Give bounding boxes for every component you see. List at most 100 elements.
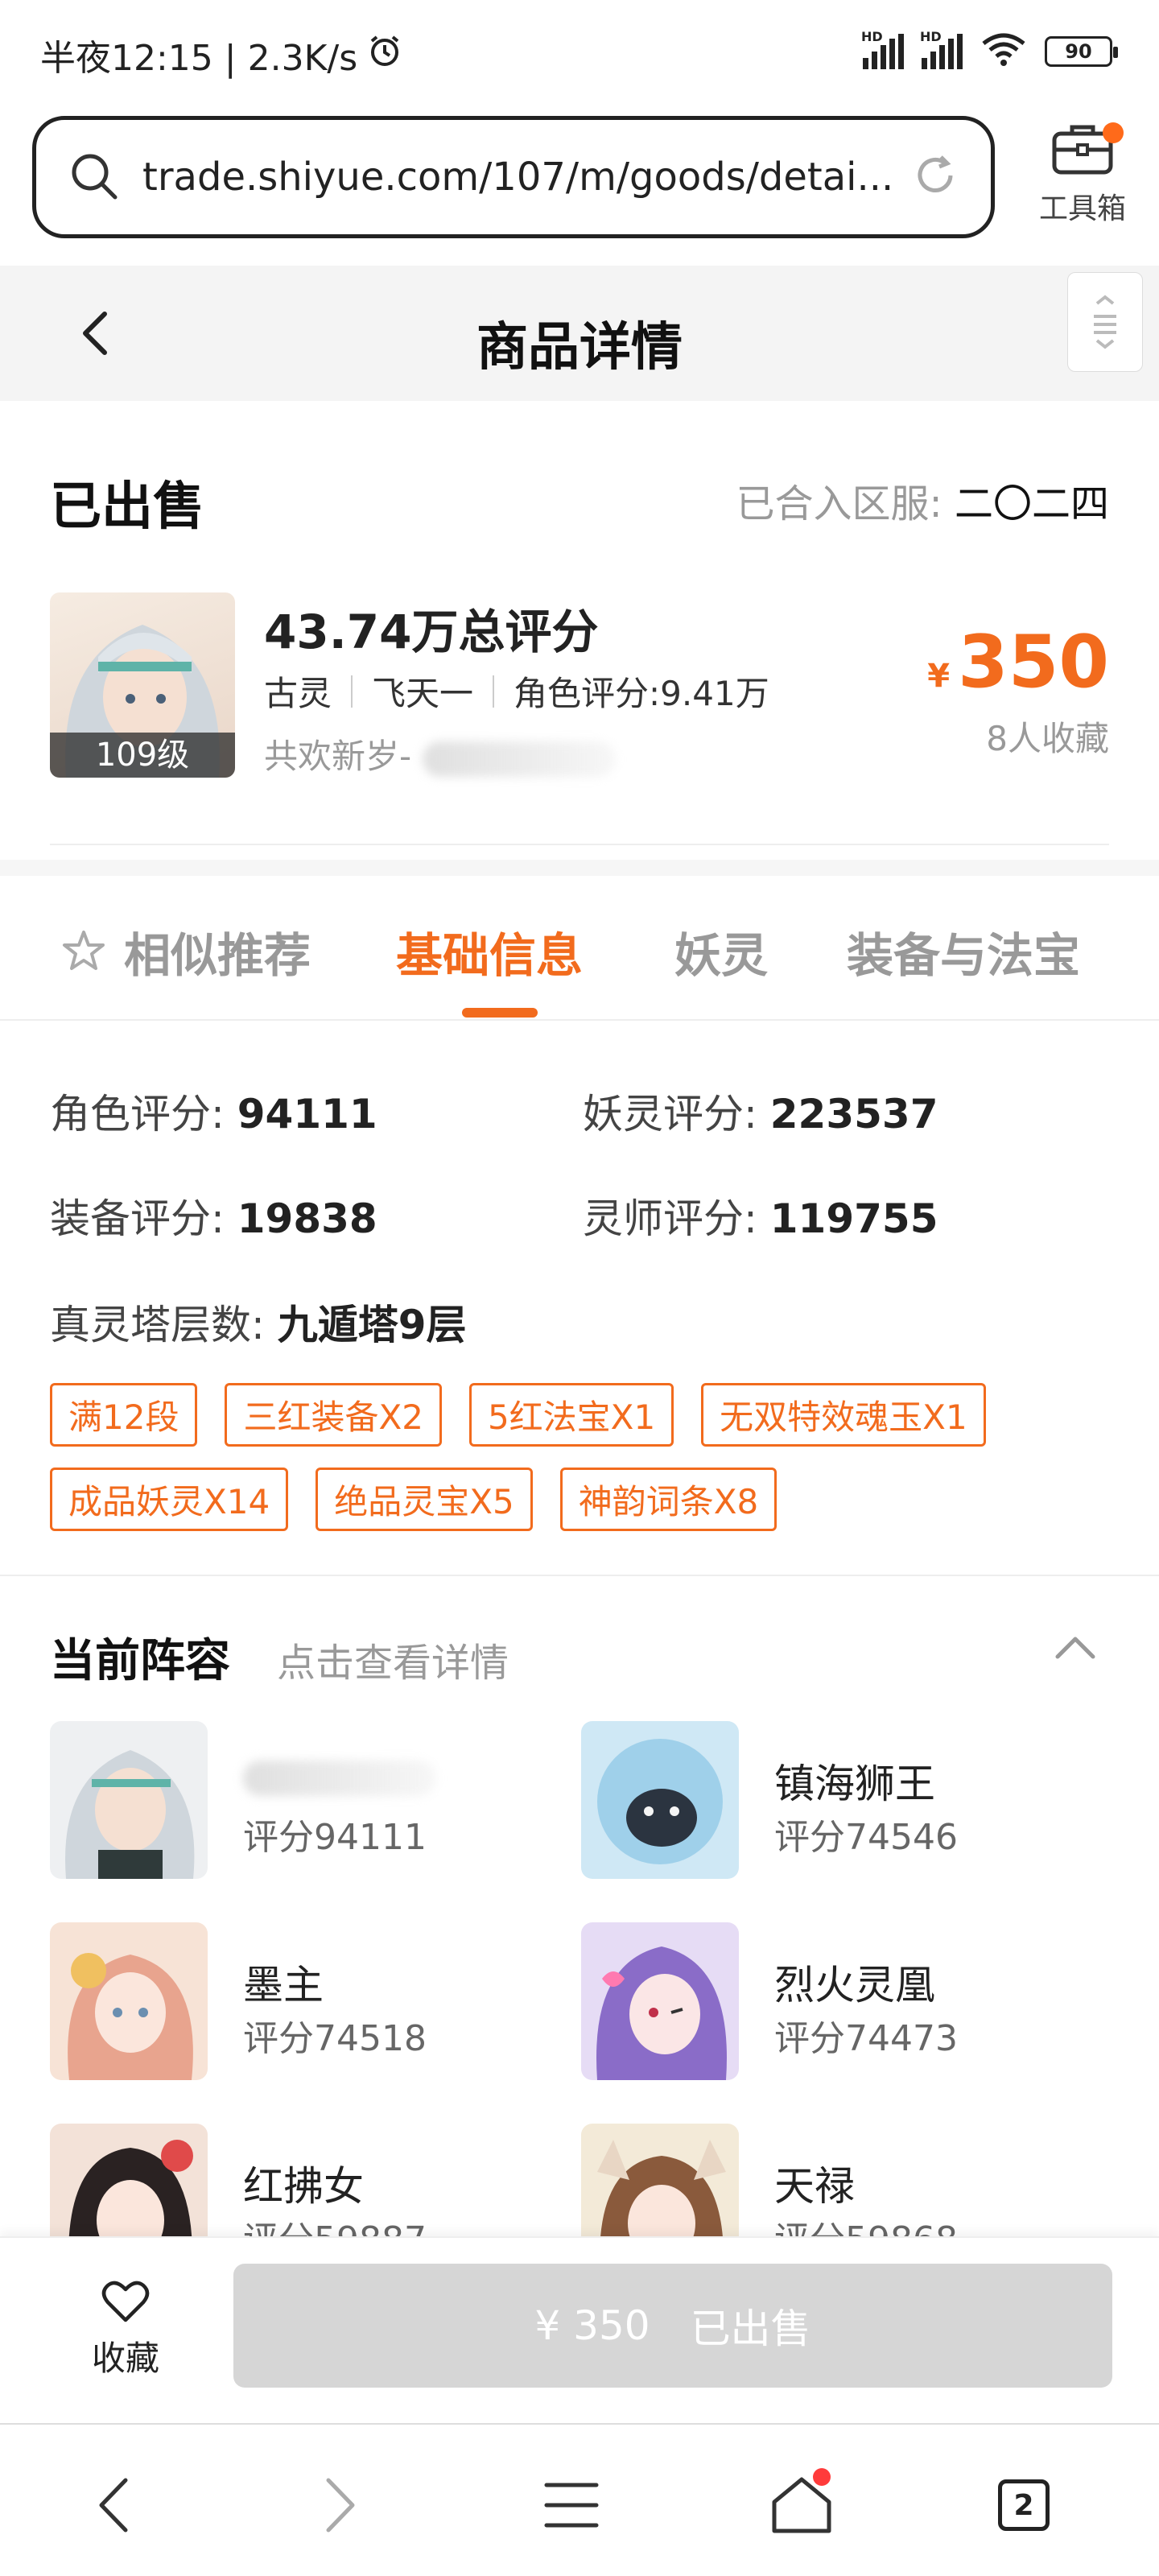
tab-yaoling-label: 妖灵 <box>674 928 769 983</box>
nav-back-button[interactable] <box>72 2465 153 2545</box>
price-value: 350 <box>958 620 1109 704</box>
tag-divider <box>493 675 495 708</box>
member-score: 评分59887 <box>243 2211 427 2236</box>
role-score-row: 角色评分: 94111 <box>50 1082 377 1140</box>
lineup-subtitle[interactable]: 点击查看详情 <box>277 1631 509 1687</box>
favorite-button[interactable]: 收藏 <box>77 2280 174 2380</box>
member-name: 镇海狮王 <box>774 1761 935 1807</box>
chevron-right-icon <box>326 2478 355 2533</box>
status-left: 半夜12:15 | 2.3K/s <box>40 29 402 80</box>
nav-tabs-button[interactable]: 2 <box>984 2465 1064 2545</box>
action-bar: 收藏 ¥ 350 已出售 <box>0 2236 1159 2423</box>
tower-value: 九遁塔9层 <box>277 1302 467 1348</box>
member-name: 烈火灵凰 <box>774 1962 935 2008</box>
member-score: 评分59868 <box>774 2211 958 2236</box>
member-score: 评分74546 <box>774 1817 958 1858</box>
menu-icon <box>544 2483 599 2528</box>
status-time-speed: 半夜12:15 | 2.3K/s <box>40 38 358 79</box>
feature-chips: 满12段 三红装备X2 5红法宝X1 无双特效魂玉X1 成品妖灵X14 绝品灵宝… <box>50 1383 1112 1531</box>
nav-forward-button[interactable] <box>301 2465 382 2545</box>
search-icon <box>68 151 118 204</box>
goods-card: 已出售 已合入区服: 二〇二四 109级 43.74万总评分 古灵 飞天一 角色… <box>0 401 1159 860</box>
member-avatar <box>581 2124 739 2236</box>
server-name: 二〇二四 <box>954 481 1109 526</box>
feature-chip: 三红装备X2 <box>225 1383 442 1447</box>
address-bar[interactable]: trade.shiyue.com/107/m/goods/detai... <box>32 116 995 238</box>
favorite-count: 8人收藏 <box>986 719 1109 758</box>
yaoling-score-row: 妖灵评分: 223537 <box>583 1082 938 1140</box>
tower-label: 真灵塔层数: <box>50 1302 265 1348</box>
tab-count: 2 <box>998 2479 1050 2531</box>
lineup-member[interactable]: 墨主 评分74518 <box>50 1922 565 2083</box>
tag-divider <box>351 675 353 708</box>
server-info: 已合入区服: 二〇二四 <box>736 472 1109 528</box>
signal-icon: HD <box>861 29 904 69</box>
toolbox-button[interactable]: 工具箱 <box>1038 122 1127 227</box>
lineup-section: 当前阵容 点击查看详情 评分94111 镇海狮王 评分74546 墨主 评分74… <box>0 1576 1159 2236</box>
yaoling-score-value: 223537 <box>769 1091 938 1137</box>
url-text[interactable]: trade.shiyue.com/107/m/goods/detai... <box>142 155 912 200</box>
lineup-member[interactable]: 烈火灵凰 评分74473 <box>581 1922 1096 2083</box>
member-score: 评分94111 <box>243 1817 427 1858</box>
tab-basic-info-label: 基础信息 <box>396 928 584 983</box>
notification-dot <box>813 2468 831 2486</box>
member-avatar <box>50 2124 208 2236</box>
lineup-member[interactable]: 镇海狮王 评分74546 <box>581 1721 1096 1882</box>
lingshi-score-row: 灵师评分: 119755 <box>583 1187 938 1245</box>
chevron-up-icon[interactable] <box>1053 1633 1098 1665</box>
feature-chip: 绝品灵宝X5 <box>316 1468 533 1531</box>
feature-chip: 无双特效魂玉X1 <box>701 1383 986 1447</box>
tab-equipment-label: 装备与法宝 <box>847 928 1081 983</box>
notification-dot <box>1103 122 1124 143</box>
nav-home-button[interactable] <box>761 2465 842 2545</box>
tab-equipment[interactable]: 装备与法宝 <box>847 918 1080 985</box>
chevron-left-icon <box>99 2478 128 2533</box>
member-avatar <box>581 1922 739 2080</box>
member-name: 红拂女 <box>243 2163 364 2210</box>
member-avatar <box>50 1922 208 2080</box>
battery-level: 90 <box>1065 40 1092 63</box>
yaoling-score-label: 妖灵评分: <box>583 1091 757 1137</box>
tag-role-score: 角色评分:9.41万 <box>514 674 769 713</box>
battery-icon: 90 <box>1045 36 1118 67</box>
heart-icon <box>101 2281 150 2322</box>
status-right: HD HD 90 <box>861 29 1118 71</box>
lineup-member[interactable]: 天禄 评分59868 <box>581 2124 1096 2236</box>
tab-yaoling[interactable]: 妖灵 <box>674 918 768 985</box>
member-score: 评分74518 <box>243 2018 427 2059</box>
server-label: 已合入区服: <box>736 481 942 526</box>
equip-score-label: 装备评分: <box>50 1195 225 1242</box>
divider <box>50 844 1109 845</box>
lineup-member[interactable]: 红拂女 评分59887 <box>50 2124 565 2236</box>
tag-realm: 飞天一 <box>372 674 474 713</box>
role-score-value: 94111 <box>237 1091 377 1137</box>
level-badge: 109级 <box>50 733 235 778</box>
buy-status: 已出售 <box>690 2306 811 2352</box>
browser-address-row: trade.shiyue.com/107/m/goods/detai... 工具… <box>0 105 1159 266</box>
active-tab-indicator <box>462 1008 538 1018</box>
alarm-icon <box>367 33 402 77</box>
member-score: 评分74473 <box>774 2018 958 2059</box>
goods-tags: 古灵 飞天一 角色评分:9.41万 <box>264 667 769 716</box>
status-bar: 半夜12:15 | 2.3K/s HD HD 90 <box>0 0 1159 105</box>
member-name: 墨主 <box>243 1962 324 2008</box>
lineup-title: 当前阵容 <box>50 1635 230 1687</box>
refresh-icon[interactable] <box>912 152 959 202</box>
tab-basic-info[interactable]: 基础信息 <box>396 918 583 985</box>
server-line-text: 共欢新岁- <box>264 737 412 776</box>
feature-chip: 成品妖灵X14 <box>50 1468 289 1531</box>
lineup-member[interactable]: 评分94111 <box>50 1721 565 1882</box>
equip-score-row: 装备评分: 19838 <box>50 1187 377 1245</box>
nav-menu-button[interactable] <box>531 2465 612 2545</box>
role-score-label: 角色评分: <box>50 1091 225 1137</box>
detail-tabs: 相似推荐 基础信息 妖灵 装备与法宝 <box>0 876 1159 1021</box>
total-score: 43.74万总评分 <box>264 605 599 659</box>
tab-similar[interactable]: 相似推荐 <box>60 918 311 985</box>
section-gap <box>0 860 1159 876</box>
menu-handle-icon[interactable] <box>1067 272 1143 372</box>
wifi-icon <box>980 32 1027 71</box>
blurred-name <box>422 741 616 777</box>
member-name: 天禄 <box>774 2163 855 2210</box>
price: ¥350 <box>927 620 1109 704</box>
buy-button[interactable]: ¥ 350 已出售 <box>233 2264 1112 2388</box>
